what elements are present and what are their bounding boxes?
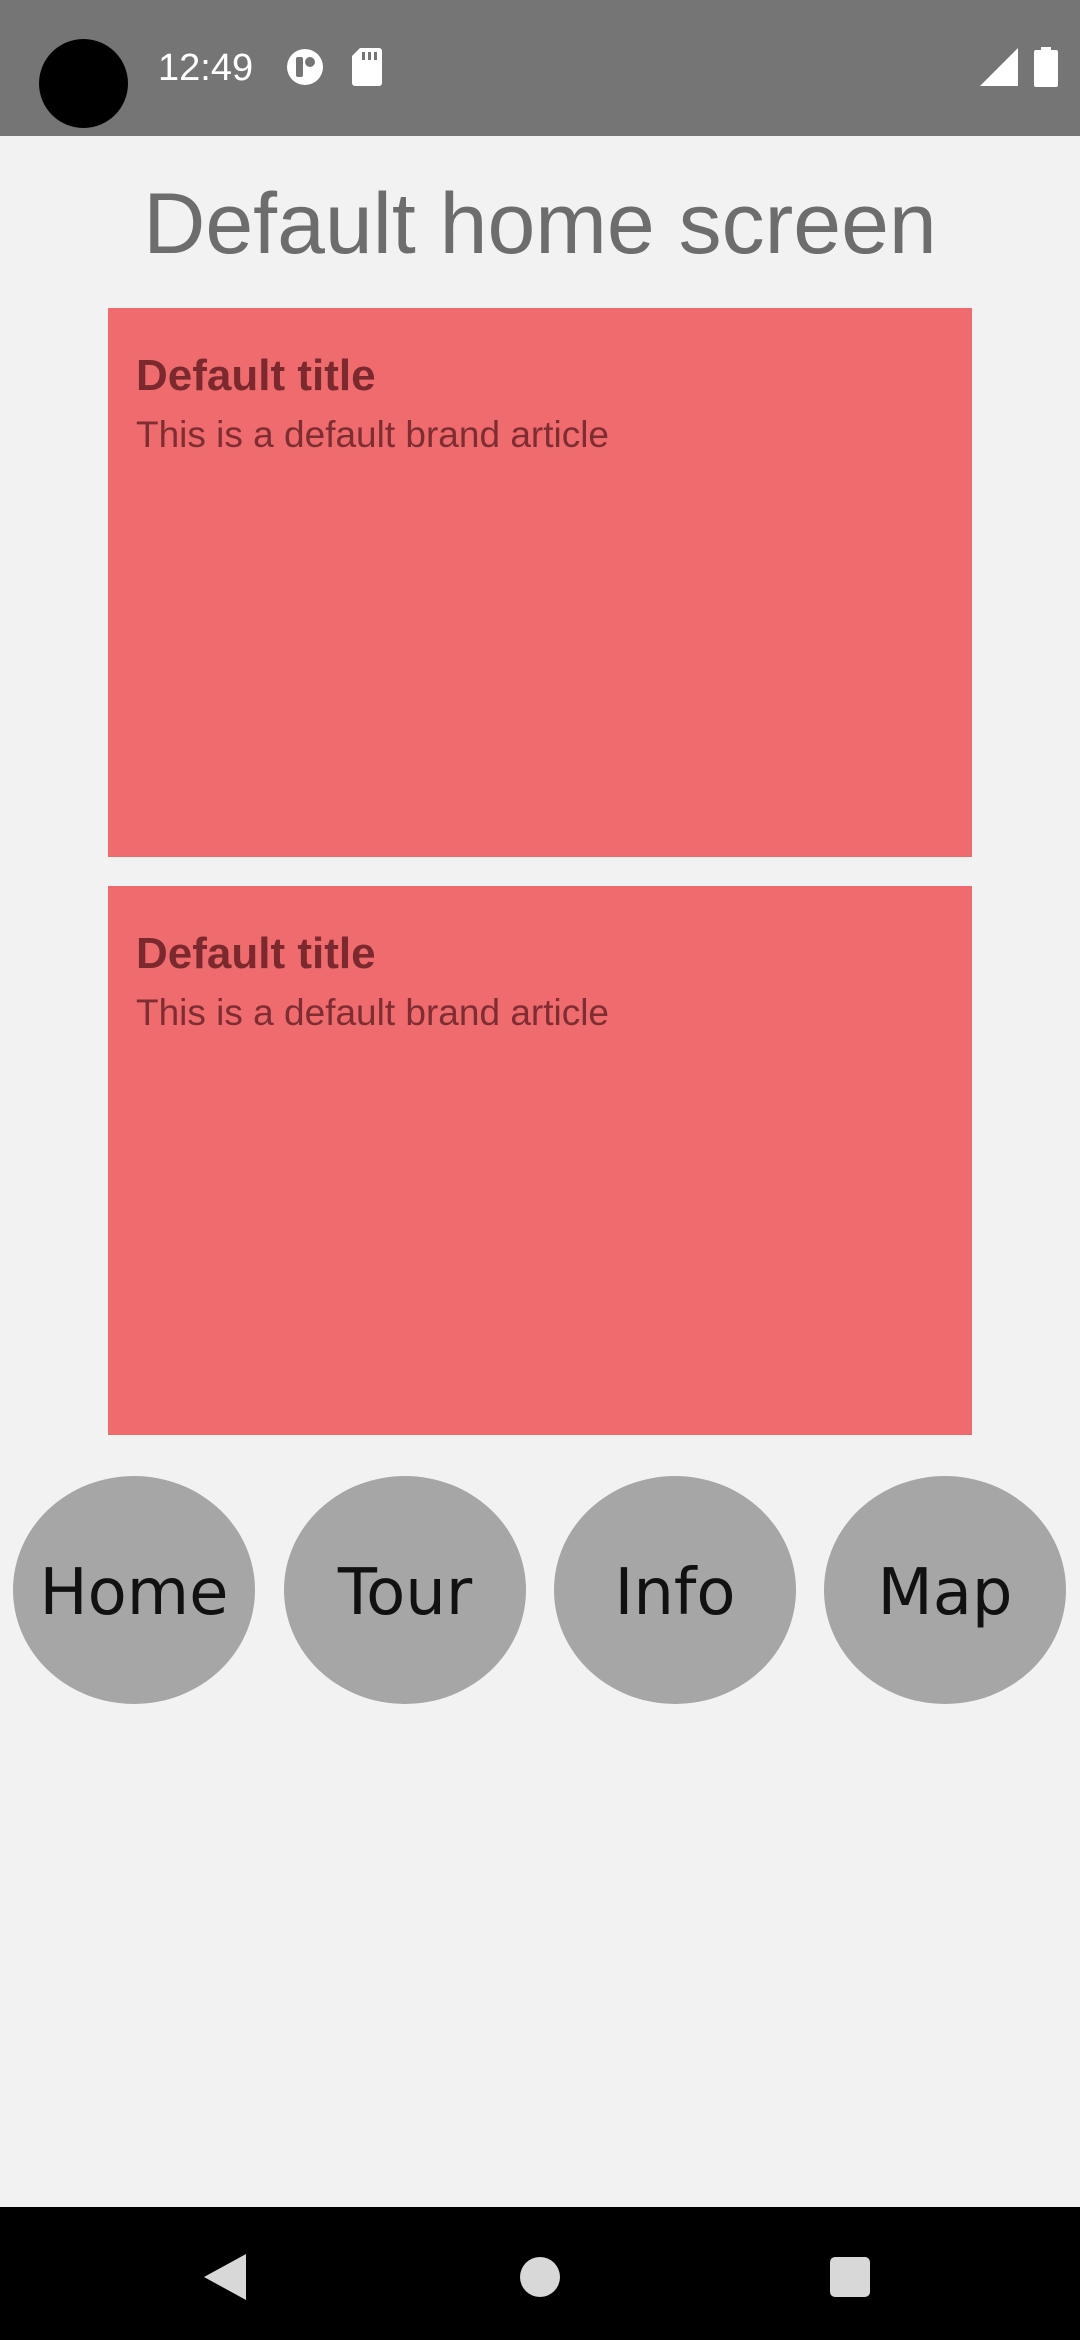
system-navigation-bar bbox=[0, 2207, 1080, 2340]
card-description: This is a default brand article bbox=[136, 414, 610, 455]
card-title: Default title bbox=[136, 351, 376, 400]
tour-button[interactable]: Tour bbox=[284, 1476, 526, 1704]
map-button-label: Map bbox=[877, 1556, 1013, 1630]
camera-cutout bbox=[39, 39, 128, 128]
map-button[interactable]: Map bbox=[824, 1476, 1066, 1704]
tour-button-label: Tour bbox=[337, 1556, 473, 1630]
sd-card-icon bbox=[352, 48, 382, 86]
home-button-label: Home bbox=[39, 1556, 229, 1630]
article-card[interactable]: Default title This is a default brand ar… bbox=[108, 886, 972, 1435]
info-button[interactable]: Info bbox=[554, 1476, 796, 1704]
page-title: Default home screen bbox=[143, 176, 937, 272]
status-time: 12:49 bbox=[158, 47, 254, 89]
home-icon[interactable] bbox=[520, 2257, 560, 2297]
home-button[interactable]: Home bbox=[13, 1476, 255, 1704]
notification-icon bbox=[287, 49, 323, 85]
info-button-label: Info bbox=[614, 1556, 736, 1630]
signal-icon bbox=[980, 48, 1018, 86]
status-bar: 12:49 bbox=[0, 0, 1080, 136]
battery-icon bbox=[1034, 47, 1058, 87]
card-description: This is a default brand article bbox=[136, 992, 610, 1033]
card-title: Default title bbox=[136, 929, 376, 978]
article-card[interactable]: Default title This is a default brand ar… bbox=[108, 308, 972, 857]
recents-icon[interactable] bbox=[830, 2257, 870, 2297]
back-icon[interactable] bbox=[204, 2254, 246, 2300]
